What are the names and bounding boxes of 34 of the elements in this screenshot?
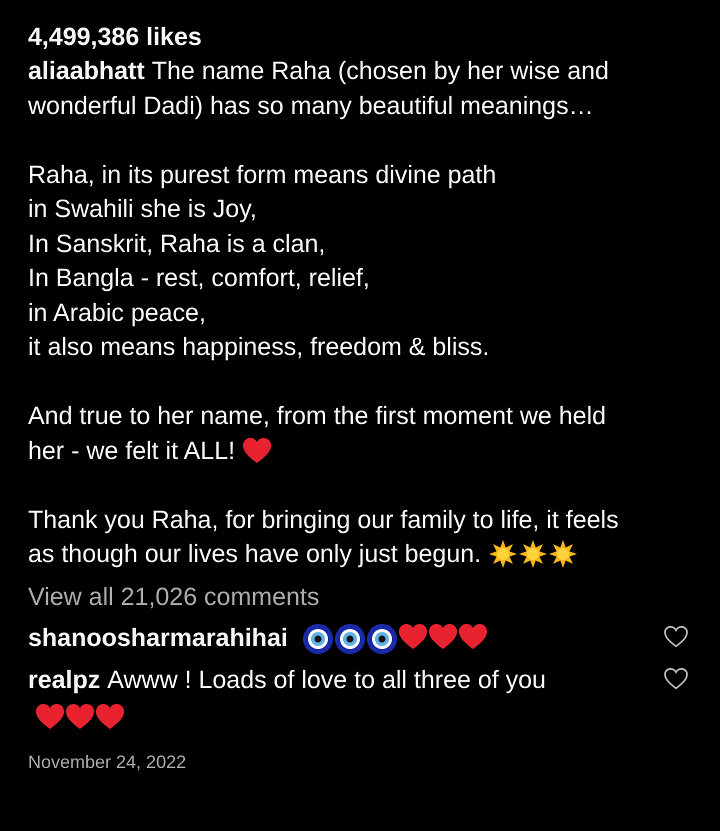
caption-text: In Bangla - rest, comfort, relief, — [28, 263, 370, 294]
username[interactable]: shanoosharmarahihai — [28, 624, 288, 652]
heart-icon — [96, 704, 124, 730]
caption-text: in Swahili she is Joy, — [28, 194, 257, 225]
heart-icon — [36, 704, 64, 730]
username[interactable]: realpz — [28, 666, 100, 694]
heart-icon — [458, 624, 487, 650]
caption-text: Thank you Raha, for bringing our family to life, it feels — [28, 504, 619, 536]
caption-text: in Arabic peace, — [28, 298, 206, 328]
comment-text: Awww ! Loads of love to all three of you — [107, 666, 546, 694]
eye-bead-icon — [334, 624, 365, 654]
caption-text: And true to her name, from the first moment we held — [28, 401, 606, 432]
eye-bead-icon — [366, 624, 397, 654]
username[interactable]: aliaabhatt — [28, 54, 145, 88]
caption-text: The name Raha (chosen by her wise and — [152, 56, 609, 87]
heart-icon — [398, 624, 427, 650]
caption-text: wonderful Dadi) has so many beautiful meanings… — [28, 90, 594, 122]
like-button[interactable] — [664, 668, 688, 690]
sun-icon — [489, 540, 518, 568]
post-date: November 24, 2022 — [28, 752, 188, 772]
caption-text: as though our lives have only just begun. — [28, 539, 482, 570]
caption-text: Raha, in its purest form means divine path — [28, 160, 496, 190]
eye-bead-icon — [302, 624, 333, 654]
like-button[interactable] — [664, 626, 688, 648]
sun-icon — [519, 540, 548, 568]
heart-icon — [66, 704, 94, 730]
view-comments-link[interactable]: View all 21,026 comments — [28, 580, 700, 614]
heart-icon — [428, 624, 457, 650]
caption-text: In Sanskrit, Raha is a clan, — [28, 228, 326, 260]
sun-icon — [549, 540, 578, 568]
caption-text: her - we felt it ALL! — [28, 436, 236, 466]
likes-count[interactable]: 4,499,386 likes — [28, 20, 700, 54]
caption-text: it also means happiness, freedom & bliss. — [28, 332, 490, 363]
heart-icon — [243, 438, 272, 464]
